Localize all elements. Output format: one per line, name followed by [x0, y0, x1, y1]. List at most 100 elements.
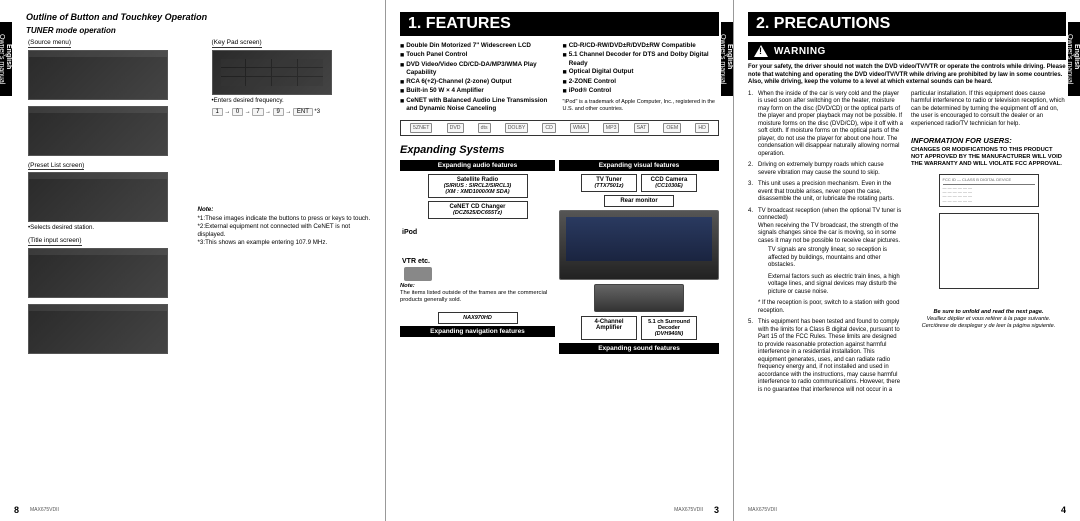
ipod-label: iPod — [402, 229, 553, 236]
page-model-right: MAX675VDII — [748, 507, 777, 513]
feature-columns: ■Double Din Motorized 7" Widescreen LCD … — [400, 42, 719, 114]
feat-8: 5.1 Channel Decoder for DTS and Dolby Di… — [569, 51, 719, 68]
mock-screen-2 — [28, 106, 168, 156]
page-num-4: 4 — [1061, 505, 1066, 515]
info-head: INFORMATION FOR USERS: — [911, 136, 1066, 145]
logo-wma: WMA — [570, 123, 589, 133]
rear-monitor-box: Rear monitor — [604, 195, 674, 207]
main-unit-illustration — [559, 210, 719, 280]
prec-2: Driving on extremely bumpy roads which c… — [758, 162, 903, 177]
feat-11: iPod® Control — [569, 87, 611, 96]
info-text: CHANGES OR MODIFICATIONS TO THIS PRODUCT… — [911, 147, 1066, 168]
feat-5: Built-in 50 W × 4 Amplifier — [406, 87, 484, 96]
warning-text: For your safety, the driver should not w… — [748, 64, 1066, 87]
page-8: English Owner's manual Outline of Button… — [0, 0, 385, 521]
page-3-features: English Owner's manual 1. FEATURES ■Doub… — [385, 0, 733, 521]
notes-area: Note: *1:These images indicate the butto… — [198, 206, 372, 247]
feat-3: DVD Video/Video CD/CD-DA/MP3/WMA Play Ca… — [406, 61, 556, 78]
prec-5b: particular installation. If this equipme… — [911, 91, 1066, 129]
amplifier-illustration — [594, 284, 684, 312]
vtr-label: VTR etc. — [402, 258, 553, 265]
visual-header: Expanding visual features — [559, 160, 719, 171]
audio-header: Expanding audio features — [400, 160, 555, 171]
logo-dts: dts — [478, 123, 491, 133]
expanding-grid: Expanding audio features Satellite Radio… — [400, 160, 719, 354]
source-menu-label: (Source menu) — [28, 39, 71, 48]
logo-sat: SAT — [634, 123, 650, 133]
decoder-box: 5.1 ch Surround Decoder(DVH940N) — [641, 316, 697, 340]
page-num-3: 3 — [714, 505, 719, 515]
prec-4b2: External factors such as electric train … — [768, 274, 903, 297]
mock-screen-5 — [28, 304, 168, 354]
prec-4: TV broadcast reception (when the optiona… — [758, 208, 901, 244]
logo-oem: OEM — [663, 123, 681, 133]
prec-1: When the inside of the car is very cold … — [758, 91, 903, 159]
amp-box: 4-Channel Amplifier — [581, 316, 637, 340]
camcorder-icon — [404, 267, 432, 281]
unit-outline-illustration — [939, 213, 1039, 289]
feat-2: Touch Panel Control — [406, 51, 467, 60]
feat-9: Optical Digital Output — [569, 68, 634, 77]
preset-label: (Preset List screen) — [28, 162, 84, 171]
sound-header: Expanding sound features — [559, 343, 719, 354]
mock-title-screen — [28, 248, 168, 298]
note-3: *3:This shows an example entering 107.9 … — [198, 239, 372, 247]
side-tab-left: English Owner's manual — [0, 22, 12, 96]
selects-station-note: •Selects desired station. — [28, 224, 108, 231]
note-1: *1:These images indicate the buttons to … — [198, 215, 372, 223]
ipod-trademark: "iPod" is a trademark of Apple Computer,… — [563, 99, 720, 114]
precautions-title: 2. PRECAUTIONS — [748, 12, 1066, 36]
prec-5a: This equipment has been tested and found… — [758, 319, 903, 394]
logo-dvd: DVD — [447, 123, 464, 133]
feat-1: Double Din Motorized 7" Widescreen LCD — [406, 42, 531, 51]
logo-strip: 5ZNET DVD dts DOLBY CD WMA MP3 SAT OEM H… — [400, 120, 719, 136]
title-input-label: (Title input screen) — [28, 237, 82, 246]
logo-hd: HD — [695, 123, 709, 133]
source-menu-block: (Source menu) — [28, 39, 188, 100]
precaution-columns: 1.When the inside of the car is very col… — [748, 91, 1066, 399]
note-head: Note: — [198, 206, 372, 214]
mode-heading: TUNER mode operation — [26, 26, 371, 35]
mock-keypad-screen — [212, 50, 332, 95]
page-4-precautions: English Owner's manual 2. PRECAUTIONS WA… — [733, 0, 1080, 521]
warning-bar: WARNING — [748, 42, 1066, 60]
side-tab-right: English Owner's manual — [1068, 22, 1080, 96]
logo-5znet: 5ZNET — [410, 123, 432, 133]
mock-source-menu — [28, 50, 168, 100]
prec-3: This unit uses a precision mechanism. Ev… — [758, 181, 903, 204]
outline-heading: Outline of Button and Touchkey Operation — [26, 12, 371, 22]
warning-label: WARNING — [774, 46, 826, 57]
note-2: *2:External equipment not connected with… — [198, 223, 372, 239]
tab-lang: English — [5, 34, 12, 78]
page-num-8: 8 — [14, 505, 19, 515]
logo-cd: CD — [542, 123, 556, 133]
features-title: 1. FEATURES — [400, 12, 719, 36]
keypad-label: (Key Pad screen) — [212, 39, 262, 48]
logo-dolby: DOLBY — [505, 123, 529, 133]
feat-10: 2-ZONE Control — [569, 78, 616, 87]
cd-changer-box: CeNET CD Changer (DCZ625/DC655Tz) — [428, 201, 528, 219]
feat-6: CeNET with Balanced Audio Line Transmiss… — [406, 97, 556, 114]
nav-header: Expanding navigation features — [400, 326, 555, 337]
prec-4b3: * If the reception is poor, switch to a … — [758, 300, 903, 315]
page-model-mid: MAX675VDII — [674, 507, 703, 513]
key-sequence: 1→0→7→9→ENT*3 — [212, 108, 372, 116]
foot-note: Be sure to unfold and read the next page… — [911, 309, 1066, 329]
prec-4b1: TV signals are strongly linear, so recep… — [768, 247, 903, 270]
enters-freq-note: •Enters desired frequency. — [212, 97, 292, 104]
fcc-card: FCC ID — CLASS B DIGITAL DEVICE — — — — … — [939, 174, 1039, 207]
ccd-box: CCD Camera(CC1030E) — [641, 174, 697, 192]
tv-tuner-box: TV Tuner(TTX7501z) — [581, 174, 637, 192]
side-tab-mid: English Owner's manual — [721, 22, 733, 96]
expanding-head: Expanding Systems — [400, 144, 719, 156]
tab-manual: Owner's manual — [0, 34, 5, 84]
logo-mp3: MP3 — [603, 123, 620, 133]
mock-preset-screen — [28, 172, 168, 222]
feat-7: CD-R/CD-RW/DVD±R/DVD±RW Compatible — [569, 42, 696, 51]
warning-icon — [754, 45, 768, 57]
page-model-left: MAX675VDII — [30, 507, 59, 513]
exp-note: Note: The items listed outside of the fr… — [400, 283, 555, 304]
feat-4: RCA 6(+2)-Channel (2-zone) Output — [406, 78, 511, 87]
sat-radio-box: Satellite Radio (SIRIUS : SIRCL2/SIRCL3)… — [428, 174, 528, 198]
nax-box: NAX970HD — [438, 312, 518, 324]
